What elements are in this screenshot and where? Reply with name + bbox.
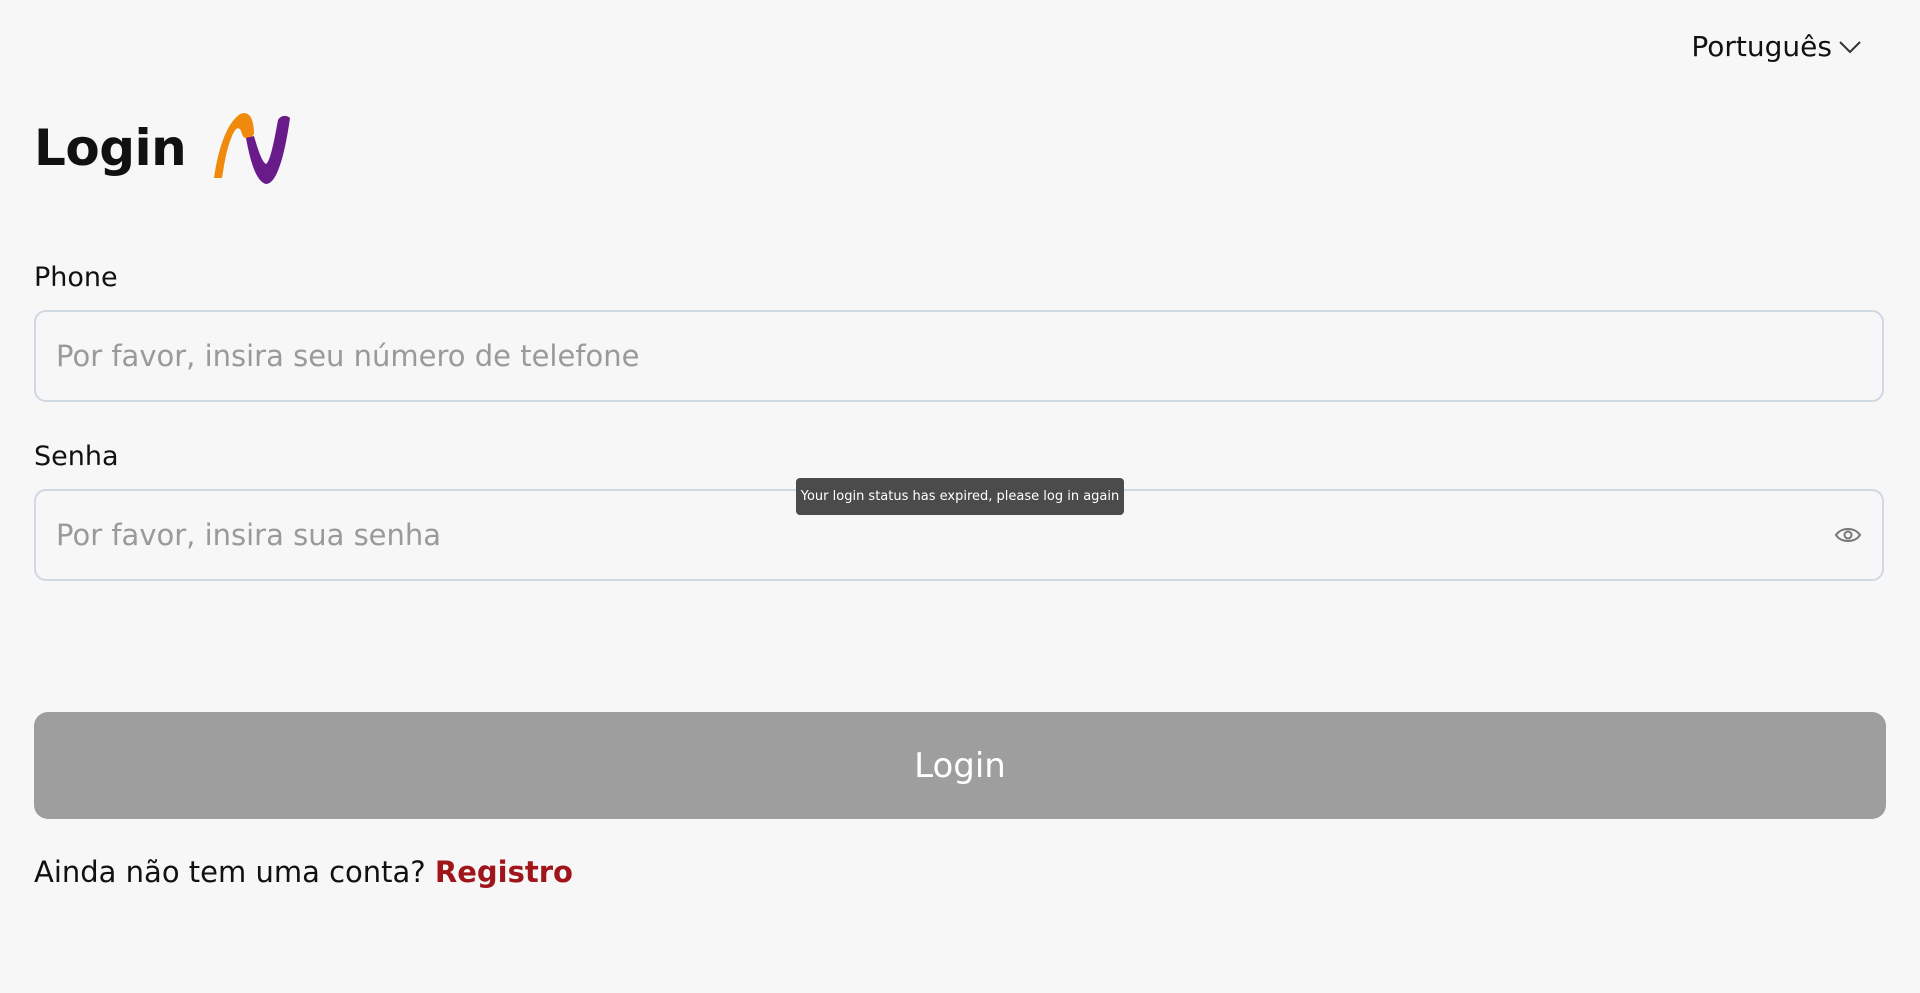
page-title: Login xyxy=(34,119,187,177)
eye-icon[interactable] xyxy=(1832,519,1864,551)
register-prompt-text: Ainda não tem uma conta? xyxy=(34,855,426,889)
language-selector[interactable]: Português xyxy=(1691,30,1864,63)
login-button[interactable]: Login xyxy=(34,712,1886,819)
password-input[interactable] xyxy=(54,517,1832,553)
page-header: Login xyxy=(34,110,292,186)
login-page: Português Login Phone Senha Your login xyxy=(0,0,1920,993)
register-prompt: Ainda não tem uma conta? Registro xyxy=(34,855,573,889)
password-label: Senha xyxy=(34,441,119,472)
language-selected: Português xyxy=(1691,30,1832,63)
session-expired-tooltip: Your login status has expired, please lo… xyxy=(796,478,1124,515)
phone-field[interactable] xyxy=(34,310,1884,402)
chevron-down-icon xyxy=(1836,33,1864,61)
phone-label: Phone xyxy=(34,262,118,293)
phone-input[interactable] xyxy=(54,338,1864,374)
register-link[interactable]: Registro xyxy=(435,855,573,889)
brand-logo xyxy=(210,110,292,186)
